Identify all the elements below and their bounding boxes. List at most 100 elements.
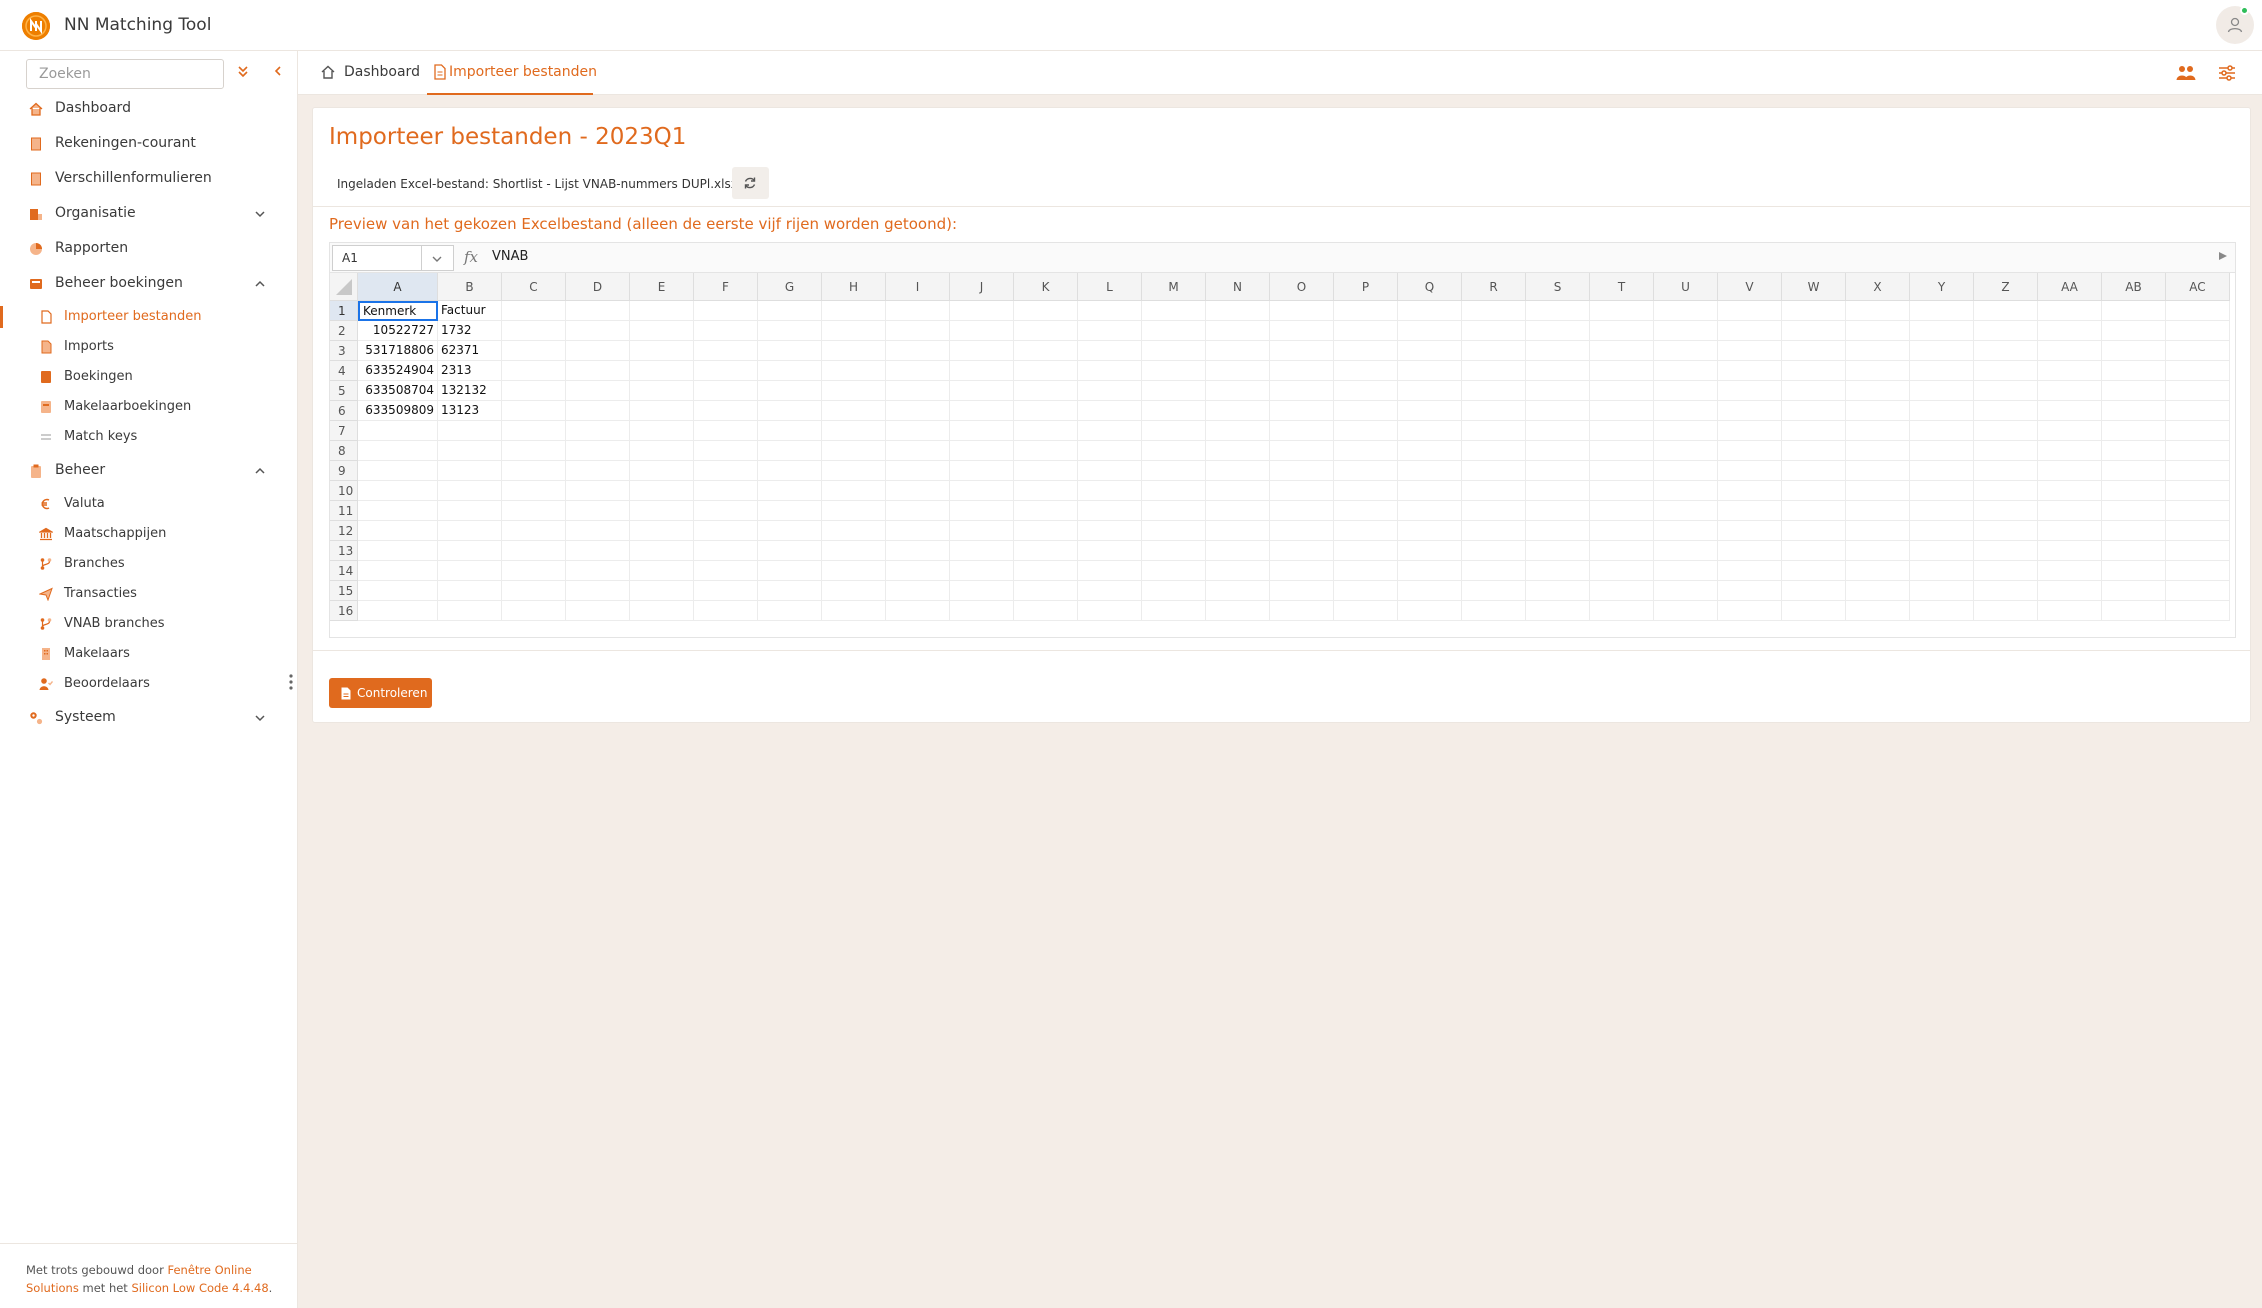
sheet-cell[interactable] <box>1910 481 1974 501</box>
sheet-cell[interactable] <box>1142 301 1206 321</box>
sheet-cell[interactable] <box>1590 581 1654 601</box>
sheet-cell[interactable] <box>1910 321 1974 341</box>
sheet-cell[interactable] <box>502 601 566 621</box>
sheet-cell[interactable] <box>694 461 758 481</box>
sheet-cell[interactable] <box>2102 521 2166 541</box>
column-header[interactable]: M <box>1142 273 1206 301</box>
sheet-cell[interactable] <box>1846 601 1910 621</box>
sheet-cell[interactable] <box>1014 601 1078 621</box>
sheet-cell[interactable] <box>2166 541 2230 561</box>
sheet-cell[interactable] <box>886 601 950 621</box>
sheet-cell[interactable] <box>1846 501 1910 521</box>
sheet-cell[interactable] <box>1334 441 1398 461</box>
sheet-cell[interactable] <box>1206 441 1270 461</box>
sidebar-item-boekingen[interactable]: Boekingen <box>0 362 298 392</box>
sheet-cell[interactable] <box>2166 501 2230 521</box>
sheet-cell[interactable] <box>358 461 438 481</box>
sheet-cell[interactable] <box>1462 521 1526 541</box>
sheet-cell[interactable] <box>1014 421 1078 441</box>
sheet-cell[interactable] <box>1974 441 2038 461</box>
sheet-cell[interactable] <box>886 461 950 481</box>
column-header[interactable]: X <box>1846 273 1910 301</box>
expand-all-icon[interactable] <box>236 64 250 78</box>
sheet-cell[interactable] <box>1014 361 1078 381</box>
sheet-cell[interactable] <box>1910 461 1974 481</box>
sheet-cell[interactable] <box>950 361 1014 381</box>
column-header[interactable]: V <box>1718 273 1782 301</box>
sheet-cell[interactable] <box>2038 481 2102 501</box>
sheet-cell[interactable] <box>886 481 950 501</box>
sidebar-item-makelaarboekingen[interactable]: Makelaarboekingen <box>0 392 298 422</box>
sheet-cell[interactable] <box>950 501 1014 521</box>
sheet-cell[interactable] <box>630 401 694 421</box>
sheet-cell[interactable] <box>758 501 822 521</box>
row-header[interactable]: 3 <box>330 341 358 361</box>
column-header[interactable]: L <box>1078 273 1142 301</box>
sheet-cell[interactable] <box>1846 481 1910 501</box>
sheet-cell[interactable] <box>886 401 950 421</box>
sheet-cell[interactable] <box>1974 461 2038 481</box>
sheet-cell[interactable] <box>1142 401 1206 421</box>
sheet-cell[interactable] <box>1270 521 1334 541</box>
product-link[interactable]: Silicon Low Code 4.4.48 <box>131 1281 268 1295</box>
sheet-cell[interactable] <box>2038 301 2102 321</box>
sheet-cell[interactable] <box>1206 301 1270 321</box>
sheet-cell[interactable] <box>886 581 950 601</box>
sheet-cell[interactable] <box>694 321 758 341</box>
sheet-cell[interactable] <box>1206 601 1270 621</box>
sheet-cell[interactable] <box>1526 381 1590 401</box>
sheet-cell[interactable] <box>1078 561 1142 581</box>
sheet-cell[interactable]: 633524904 <box>358 361 438 381</box>
sidebar-item-dashboard[interactable]: Dashboard <box>0 94 298 124</box>
sheet-cell[interactable]: 2313 <box>438 361 502 381</box>
sheet-cell[interactable] <box>1398 541 1462 561</box>
sheet-cell[interactable] <box>822 541 886 561</box>
sheet-cell[interactable] <box>1462 441 1526 461</box>
sheet-cell[interactable] <box>822 421 886 441</box>
sheet-cell[interactable] <box>2038 601 2102 621</box>
sheet-cell[interactable] <box>2038 581 2102 601</box>
sheet-cell[interactable] <box>1846 521 1910 541</box>
sheet-cell[interactable] <box>1974 501 2038 521</box>
sheet-cell[interactable] <box>1782 561 1846 581</box>
sheet-cell[interactable] <box>1718 381 1782 401</box>
sheet-cell[interactable] <box>1654 461 1718 481</box>
sheet-cell[interactable] <box>1846 361 1910 381</box>
sheet-cell[interactable] <box>1398 361 1462 381</box>
sheet-cell[interactable] <box>1526 361 1590 381</box>
row-header[interactable]: 11 <box>330 501 358 521</box>
sheet-cell[interactable] <box>1462 561 1526 581</box>
sheet-cell[interactable] <box>1526 461 1590 481</box>
sheet-cell[interactable] <box>1462 301 1526 321</box>
sheet-cell[interactable] <box>1910 601 1974 621</box>
column-header[interactable]: G <box>758 273 822 301</box>
sheet-cell[interactable] <box>1782 581 1846 601</box>
sheet-cell[interactable] <box>630 561 694 581</box>
sheet-cell[interactable] <box>2166 561 2230 581</box>
chevron-down-icon[interactable] <box>431 254 443 264</box>
sheet-cell[interactable] <box>1206 361 1270 381</box>
sheet-cell[interactable] <box>758 481 822 501</box>
sheet-cell[interactable] <box>1078 321 1142 341</box>
sheet-cell[interactable] <box>1334 461 1398 481</box>
sheet-cell[interactable] <box>1270 501 1334 521</box>
sheet-cell[interactable] <box>1270 401 1334 421</box>
sheet-cell[interactable] <box>1782 361 1846 381</box>
sheet-cell[interactable] <box>1782 341 1846 361</box>
sheet-cell[interactable] <box>1270 601 1334 621</box>
sheet-cell[interactable] <box>438 501 502 521</box>
sheet-cell[interactable] <box>2102 361 2166 381</box>
sheet-cell[interactable] <box>1974 581 2038 601</box>
controleren-button[interactable]: Controleren <box>329 678 432 708</box>
sheet-cell[interactable] <box>1590 601 1654 621</box>
sheet-cell[interactable] <box>358 441 438 461</box>
sheet-cell[interactable] <box>950 401 1014 421</box>
sheet-cell[interactable] <box>1398 501 1462 521</box>
sheet-cell[interactable] <box>822 301 886 321</box>
sheet-cell[interactable] <box>1782 441 1846 461</box>
sheet-cell[interactable] <box>1014 521 1078 541</box>
sheet-cell[interactable] <box>758 561 822 581</box>
sheet-cell[interactable] <box>1654 541 1718 561</box>
sheet-cell[interactable] <box>1974 301 2038 321</box>
row-header[interactable]: 4 <box>330 361 358 381</box>
